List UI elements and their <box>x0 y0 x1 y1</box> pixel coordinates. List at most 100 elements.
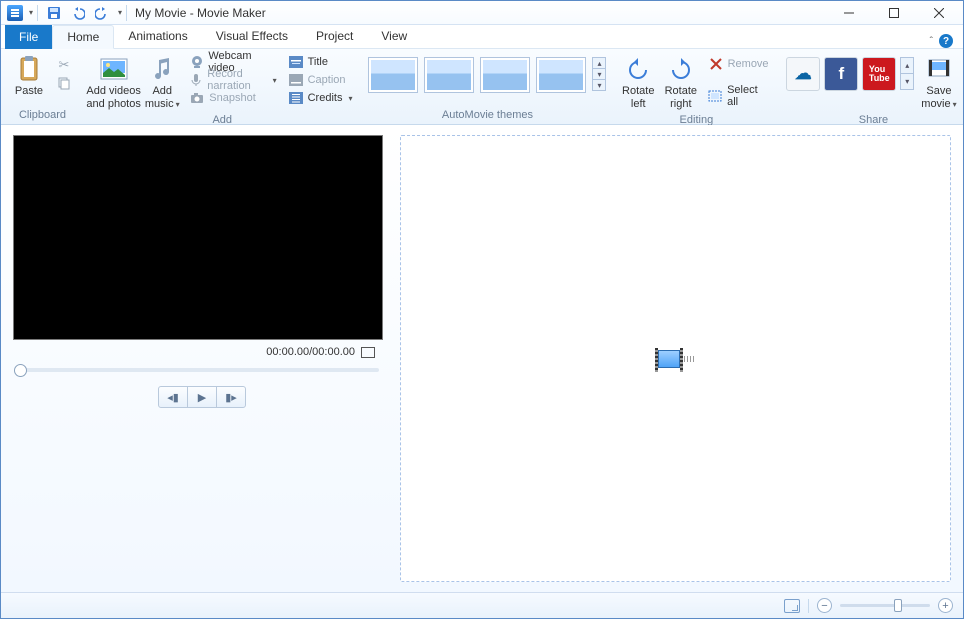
add-videos-photos-button[interactable]: Add videos and photos <box>88 53 139 112</box>
rotate-right-label: Rotate right <box>665 85 697 110</box>
storyboard[interactable] <box>400 135 951 582</box>
record-narration-button[interactable]: Record narration▾ <box>185 71 280 89</box>
theme-thumbnail[interactable] <box>536 57 586 93</box>
seek-bar[interactable] <box>17 368 379 372</box>
close-button[interactable] <box>916 1 961 25</box>
caption-button[interactable]: Caption <box>284 71 357 89</box>
undo-icon[interactable] <box>68 3 88 23</box>
maximize-button[interactable] <box>871 1 916 25</box>
theme-scroller: ▴ ▾ ▾ <box>592 57 606 90</box>
app-icon <box>7 5 23 21</box>
clip-thumbnail-icon[interactable] <box>658 350 680 368</box>
rotate-right-icon <box>666 55 696 83</box>
remove-button[interactable]: Remove <box>704 55 775 73</box>
tab-animations[interactable]: Animations <box>114 24 201 48</box>
divider <box>808 599 809 613</box>
help-icon[interactable]: ? <box>939 34 953 48</box>
expand-gallery-icon[interactable]: ▾ <box>900 73 914 90</box>
select-all-button[interactable]: Select all <box>704 87 775 105</box>
scroll-up-icon[interactable]: ▴ <box>900 57 914 74</box>
playback-controls: ◂▮ ▶ ▮▸ <box>13 386 391 408</box>
title-button[interactable]: Title <box>284 53 357 71</box>
status-bar: − + <box>1 592 963 618</box>
zoom-out-button[interactable]: − <box>817 598 832 613</box>
paste-label: Paste <box>15 85 43 98</box>
music-note-icon <box>147 55 177 83</box>
clip-handle-icon[interactable] <box>684 356 694 362</box>
save-movie-icon <box>924 55 954 83</box>
youtube-icon[interactable]: YouTube <box>862 57 896 91</box>
expand-gallery-icon[interactable]: ▾ <box>592 79 606 91</box>
select-all-icon <box>708 88 723 104</box>
ribbon: Paste ✂ Clipboard Add videos and photos … <box>1 49 963 125</box>
divider <box>126 5 127 21</box>
microphone-icon <box>189 72 203 88</box>
tab-visual-effects[interactable]: Visual Effects <box>202 24 302 48</box>
save-icon[interactable] <box>44 3 64 23</box>
title-bar: ▾ ▾ My Movie - Movie Maker <box>1 1 963 25</box>
window-title: My Movie - Movie Maker <box>135 6 266 20</box>
qat-customize-caret[interactable]: ▾ <box>118 8 122 17</box>
snapshot-button[interactable]: Snapshot <box>185 89 280 107</box>
save-movie-button[interactable]: Save movie▾ <box>917 53 960 112</box>
play-button[interactable]: ▶ <box>187 386 217 408</box>
rotate-left-label: Rotate left <box>622 85 654 110</box>
webcam-icon <box>189 54 204 70</box>
theme-thumbnail[interactable] <box>424 57 474 93</box>
zoom-slider[interactable] <box>840 604 930 607</box>
fullscreen-icon[interactable] <box>361 347 375 358</box>
title-label: Title <box>308 56 328 68</box>
preview-video[interactable] <box>13 135 383 340</box>
tab-home[interactable]: Home <box>52 25 114 49</box>
credits-button[interactable]: Credits▾ <box>284 89 357 107</box>
app-menu-caret[interactable]: ▾ <box>29 8 33 17</box>
preview-pane: 00:00.00/00:00.00 ◂▮ ▶ ▮▸ <box>1 125 396 592</box>
group-add: Add videos and photos Add music▾ Webcam … <box>84 51 360 124</box>
add-music-button[interactable]: Add music▾ <box>142 53 182 112</box>
theme-thumbnail[interactable] <box>480 57 530 93</box>
scissors-icon: ✂ <box>56 57 72 73</box>
add-music-label: Add music▾ <box>145 85 180 110</box>
next-frame-button[interactable]: ▮▸ <box>216 386 246 408</box>
minimize-button[interactable] <box>826 1 871 25</box>
redo-icon[interactable] <box>92 3 112 23</box>
group-editing: Rotate left Rotate right Remove Select a… <box>614 51 778 124</box>
tab-view[interactable]: View <box>367 24 421 48</box>
main-area: 00:00.00/00:00.00 ◂▮ ▶ ▮▸ <box>1 125 963 592</box>
camera-icon <box>189 90 205 106</box>
caption-label: Caption <box>308 74 346 86</box>
window-controls <box>826 1 961 25</box>
save-movie-label: Save movie▾ <box>921 85 956 110</box>
cut-button[interactable]: ✂ <box>52 56 76 74</box>
rotate-left-button[interactable]: Rotate left <box>618 53 658 112</box>
group-share: ☁ f YouTube ▴ ▾ Save movie▾ Share <box>782 51 964 124</box>
tab-project[interactable]: Project <box>302 24 367 48</box>
remove-icon <box>708 56 724 72</box>
snapshot-label: Snapshot <box>209 92 255 104</box>
group-label: AutoMovie themes <box>368 107 606 124</box>
copy-button[interactable] <box>52 74 76 92</box>
group-automovie: ▴ ▾ ▾ AutoMovie themes <box>364 51 610 124</box>
previous-frame-button[interactable]: ◂▮ <box>158 386 188 408</box>
rotate-left-icon <box>623 55 653 83</box>
paste-button[interactable]: Paste <box>9 53 49 100</box>
facebook-icon[interactable]: f <box>824 57 858 91</box>
theme-thumbnail[interactable] <box>368 57 418 93</box>
title-icon <box>288 54 304 70</box>
clip-placeholder[interactable] <box>658 350 694 368</box>
group-clipboard: Paste ✂ Clipboard <box>5 51 80 124</box>
ribbon-tabs: File Home Animations Visual Effects Proj… <box>1 25 963 49</box>
collapse-ribbon-icon[interactable]: ˆ <box>930 36 933 47</box>
zoom-in-button[interactable]: + <box>938 598 953 613</box>
zoom-thumb[interactable] <box>894 599 902 612</box>
onedrive-icon[interactable]: ☁ <box>786 57 820 91</box>
clipboard-icon <box>14 55 44 83</box>
thumbnail-size-icon[interactable] <box>784 599 800 613</box>
quick-access-toolbar: ▾ <box>44 3 122 23</box>
remove-label: Remove <box>728 58 769 70</box>
time-display: 00:00.00/00:00.00 <box>266 346 355 358</box>
tab-file[interactable]: File <box>5 25 52 49</box>
credits-label: Credits <box>308 92 343 104</box>
select-all-label: Select all <box>727 84 770 108</box>
rotate-right-button[interactable]: Rotate right <box>661 53 701 112</box>
